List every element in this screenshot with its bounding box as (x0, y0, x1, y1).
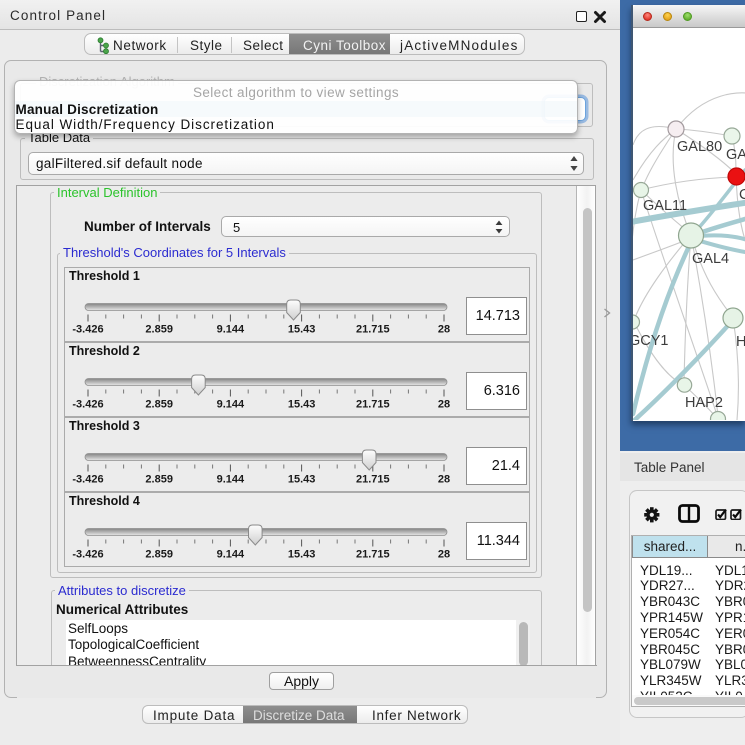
svg-text:2.859: 2.859 (145, 473, 173, 485)
svg-text:GA: GA (726, 147, 745, 163)
svg-text:15.43: 15.43 (288, 323, 316, 335)
svg-text:9.144: 9.144 (217, 323, 245, 335)
svg-text:15.43: 15.43 (288, 473, 316, 485)
svg-text:21.715: 21.715 (356, 548, 390, 560)
svg-text:GAL11: GAL11 (643, 198, 687, 214)
svg-text:-3.426: -3.426 (72, 473, 103, 485)
svg-text:21.715: 21.715 (356, 323, 390, 335)
svg-text:-3.426: -3.426 (72, 548, 103, 560)
svg-text:9.144: 9.144 (217, 548, 245, 560)
svg-text:HAP2: HAP2 (685, 395, 723, 411)
svg-text:2.859: 2.859 (145, 398, 173, 410)
svg-text:-3.426: -3.426 (72, 398, 103, 410)
svg-text:GAL80: GAL80 (677, 139, 722, 155)
svg-text:28: 28 (438, 323, 450, 335)
svg-text:GAL4: GAL4 (692, 251, 729, 267)
svg-text:C: C (739, 187, 745, 203)
svg-text:28: 28 (438, 548, 450, 560)
svg-text:-3.426: -3.426 (72, 323, 103, 335)
svg-text:15.43: 15.43 (288, 548, 316, 560)
svg-text:21.715: 21.715 (356, 398, 390, 410)
svg-text:15.43: 15.43 (288, 398, 316, 410)
svg-text:H: H (736, 334, 745, 350)
svg-text:9.144: 9.144 (217, 473, 245, 485)
svg-text:2.859: 2.859 (145, 323, 173, 335)
svg-text:GCY1: GCY1 (633, 333, 669, 349)
svg-text:9.144: 9.144 (217, 398, 245, 410)
svg-text:21.715: 21.715 (356, 473, 390, 485)
svg-text:2.859: 2.859 (145, 548, 173, 560)
svg-text:28: 28 (438, 473, 450, 485)
svg-text:28: 28 (438, 398, 450, 410)
